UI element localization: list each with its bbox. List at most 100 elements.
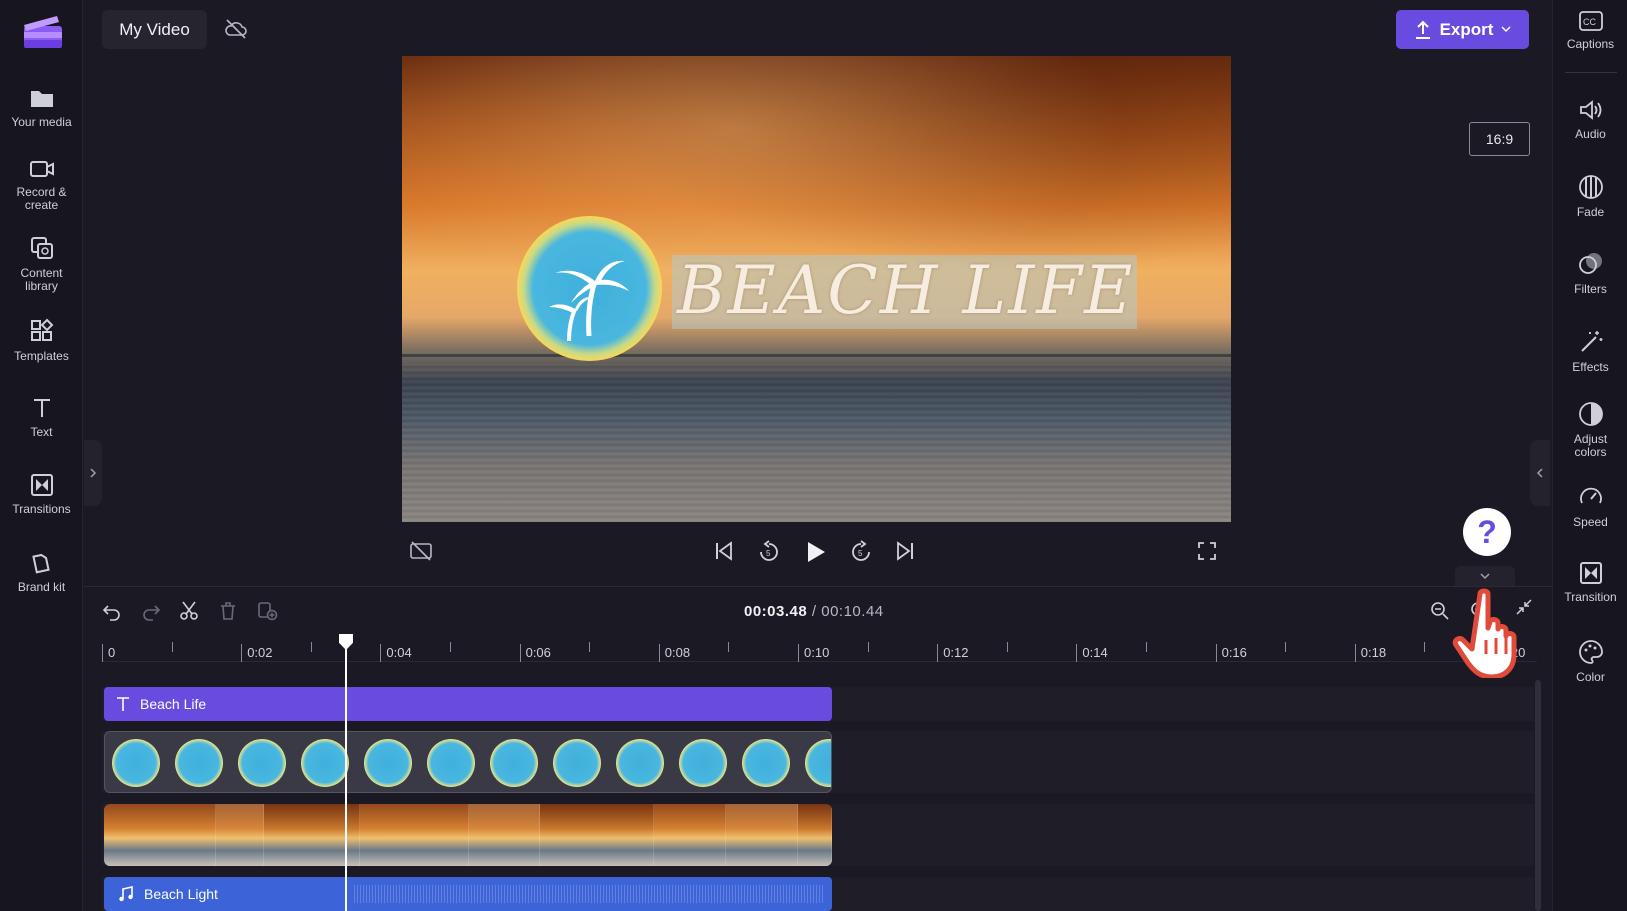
text-icon [33, 399, 50, 417]
video-frame-thumbnail [360, 804, 469, 866]
ruler-minor-tick [450, 642, 451, 652]
transitions-icon [30, 474, 53, 496]
nav-transition[interactable]: Transition [1553, 561, 1627, 604]
palm-tree-icon [549, 260, 629, 342]
chevron-right-icon [90, 468, 97, 478]
ruler-minor-tick [310, 642, 312, 652]
ruler-tick-label: 0:10 [798, 644, 829, 662]
nav-filters[interactable]: Filters [1553, 251, 1627, 296]
nav-brand-kit[interactable]: Brand kit [0, 551, 83, 594]
nav-your-media[interactable]: Your media [0, 86, 83, 129]
nav-record-create[interactable]: Record & create [0, 158, 83, 212]
captions-icon: CC [1578, 11, 1603, 31]
collapse-timeline-button[interactable] [1455, 566, 1515, 586]
logo-thumbnail [805, 739, 831, 787]
nav-label: Audio [1575, 127, 1606, 141]
skip-to-start-icon[interactable] [713, 540, 735, 562]
upload-icon [1415, 20, 1430, 39]
nav-content-library[interactable]: Content library [0, 235, 83, 293]
nav-transitions[interactable]: Transitions [0, 473, 83, 516]
ruler-minor-tick [1146, 642, 1147, 652]
music-note-icon [119, 886, 133, 902]
audio-clip[interactable]: Beach Light [104, 877, 832, 911]
nav-fade[interactable]: Fade [1553, 174, 1627, 219]
collapse-right-panel-button[interactable] [1530, 440, 1550, 506]
zoom-out-icon[interactable] [1430, 601, 1450, 621]
clipchamp-logo [24, 16, 62, 48]
palette-icon [1578, 640, 1603, 664]
cloud-off-icon[interactable] [224, 18, 248, 40]
forward-5-icon[interactable]: 5 [849, 540, 873, 564]
palm-logo-overlay [517, 216, 662, 361]
split-scissors-icon[interactable] [179, 601, 199, 621]
video-frame-thumbnail [540, 804, 654, 866]
hand-pointer-icon [1452, 588, 1517, 678]
ruler-minor-tick [171, 642, 173, 652]
duplicate-icon[interactable] [257, 601, 279, 621]
magic-wand-icon [1580, 331, 1602, 352]
ruler-minor-tick [867, 642, 869, 652]
video-frame-thumbnail [216, 804, 264, 866]
adjust-colors-icon [1578, 402, 1603, 426]
fullscreen-icon[interactable] [1196, 540, 1218, 562]
expand-left-panel-button[interactable] [84, 440, 102, 506]
brand-kit-icon [31, 553, 50, 574]
video-preview[interactable]: BEACH LIFE [402, 56, 1231, 522]
nav-templates[interactable]: Templates [0, 318, 83, 363]
nav-effects[interactable]: Effects [1553, 329, 1627, 374]
text-clip[interactable]: Beach Life [104, 687, 832, 721]
left-sidebar: Your media Record & create Content libra… [0, 0, 83, 911]
speaker-icon [1579, 100, 1601, 120]
nav-adjust-colors[interactable]: Adjust colors [1553, 401, 1627, 459]
undo-icon[interactable] [102, 601, 122, 621]
hide-preview-icon[interactable] [409, 540, 433, 562]
nav-label: Brand kit [17, 580, 66, 594]
video-frame-thumbnail [104, 804, 216, 866]
timeline-scrollbar[interactable] [1535, 680, 1541, 911]
folder-icon [30, 91, 53, 107]
ruler-tick-label: 0 [102, 644, 115, 662]
nav-text[interactable]: Text [0, 396, 83, 439]
rewind-5-icon[interactable]: 5 [757, 540, 781, 564]
nav-label: Speed [1573, 515, 1608, 529]
title-overlay-text: BEACH LIFE [677, 252, 1135, 329]
audio-clip-label: Beach Light [144, 886, 218, 902]
export-button[interactable]: Export [1396, 10, 1529, 49]
logo-overlay-clip[interactable] [104, 731, 832, 793]
time-separator: / [807, 603, 822, 620]
ruler-tick-label: 0:08 [658, 644, 690, 662]
video-frame-thumbnail [798, 804, 832, 866]
nav-captions[interactable]: CC Captions [1553, 10, 1627, 51]
ruler-tick-label: 0:04 [380, 644, 412, 662]
logo-thumbnail [616, 739, 664, 787]
transition-icon [1579, 562, 1602, 584]
right-sidebar: CC Captions Audio Fade Filters Effects A… [1552, 0, 1627, 911]
timeline-ruler[interactable]: 00:020:040:060:080:100:120:140:160:180:2… [102, 636, 1537, 662]
video-frame-thumbnail [654, 804, 726, 866]
playhead[interactable] [345, 634, 347, 911]
audio-waveform [354, 885, 824, 903]
filters-icon [1578, 253, 1602, 274]
nav-audio[interactable]: Audio [1553, 98, 1627, 141]
chevron-down-icon [1501, 26, 1511, 33]
logo-thumbnail [301, 739, 349, 787]
nav-label: Text [30, 425, 53, 439]
nav-label: Fade [1576, 205, 1605, 219]
video-camera-icon [29, 161, 54, 177]
svg-text:5: 5 [766, 549, 771, 558]
redo-icon[interactable] [141, 601, 161, 621]
video-frame-thumbnail [469, 804, 540, 866]
skip-to-end-icon[interactable] [894, 540, 916, 562]
export-label: Export [1439, 19, 1494, 39]
help-button[interactable]: ? [1463, 508, 1511, 556]
logo-thumbnail [238, 739, 286, 787]
nav-label: Captions [1566, 37, 1615, 51]
delete-icon[interactable] [218, 601, 238, 621]
play-icon[interactable] [803, 540, 827, 564]
project-title[interactable]: My Video [102, 10, 207, 49]
aspect-ratio-button[interactable]: 16:9 [1469, 122, 1530, 156]
video-clip[interactable] [104, 804, 832, 866]
nav-color[interactable]: Color [1553, 639, 1627, 684]
svg-text:5: 5 [858, 549, 863, 558]
nav-speed[interactable]: Speed [1553, 484, 1627, 529]
